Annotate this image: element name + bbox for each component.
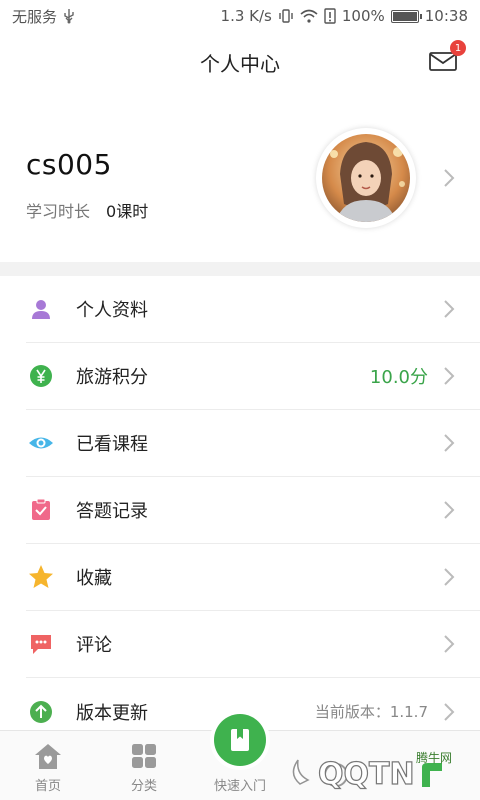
menu-label: 评论 [76, 635, 112, 656]
menu-label: 已看课程 [76, 434, 148, 455]
clipboard-check-icon [26, 495, 56, 525]
tab-category[interactable]: 分类 [96, 731, 192, 800]
menu-label: 答题记录 [76, 501, 148, 522]
chevron-right-icon [442, 567, 456, 587]
wifi-icon [300, 9, 318, 23]
grid-icon [129, 741, 159, 771]
avatar[interactable] [316, 128, 416, 228]
current-version: 当前版本：1.1.7 [314, 703, 428, 721]
page-header: 个人中心 1 [0, 32, 480, 92]
chevron-right-icon [442, 702, 456, 722]
menu-item-quiz-records[interactable]: 答题记录 [26, 477, 480, 544]
status-bar: 无服务 1.3 K/s 100% 10:38 [0, 0, 480, 32]
eye-icon [26, 428, 56, 458]
battery-fill [392, 11, 417, 21]
chevron-right-icon [442, 433, 456, 453]
book-icon [231, 729, 249, 751]
yen-coin-icon [26, 361, 56, 391]
username: cs005 [26, 148, 112, 181]
menu-label: 收藏 [76, 568, 112, 589]
chevron-right-icon [442, 168, 456, 188]
avatar-image [322, 134, 410, 222]
tab-label: 首页 [34, 779, 61, 794]
study-time-value: 0课时 [106, 202, 149, 221]
network-speed: 1.3 K/s [220, 7, 272, 25]
comment-icon [26, 629, 56, 659]
menu-item-favorites[interactable]: 收藏 [26, 544, 480, 611]
chevron-right-icon [442, 500, 456, 520]
home-icon [33, 741, 63, 771]
tab-home[interactable]: 首页 [0, 731, 96, 800]
tab-label: 快速入门 [213, 779, 266, 794]
menu-label: 旅游积分 [76, 367, 148, 388]
clock: 10:38 [424, 7, 468, 25]
watermark-logo: QQTN 腾牛网 [278, 740, 468, 796]
battery-icon [390, 9, 422, 23]
study-time-label: 学习时长 [26, 202, 91, 221]
study-time-row: 学习时长 0课时 [26, 198, 148, 222]
notification-badge: 1 [450, 40, 466, 56]
points-value: 10.0分 [369, 367, 428, 388]
menu-label: 个人资料 [76, 300, 148, 321]
profile-card[interactable]: cs005 学习时长 0课时 [0, 92, 480, 262]
menu-item-watched-courses[interactable]: 已看课程 [26, 410, 480, 477]
tab-label: 分类 [130, 779, 157, 794]
sim-alert-icon [324, 8, 336, 24]
carrier-label: 无服务 [12, 7, 58, 26]
menu-item-points[interactable]: 旅游积分 10.0分 [26, 343, 480, 410]
star-icon [26, 562, 56, 592]
menu-item-comments[interactable]: 评论 [26, 611, 480, 678]
watermark-text: 腾牛网 [416, 750, 452, 765]
battery-percent: 100% [341, 7, 385, 25]
chevron-right-icon [442, 366, 456, 386]
menu-item-profile[interactable]: 个人资料 [26, 276, 480, 343]
page-title: 个人中心 [200, 51, 280, 76]
vibrate-icon [278, 8, 294, 24]
chevron-right-icon [442, 634, 456, 654]
menu-list: 个人资料 旅游积分 10.0分 已看课程 答题记录 收藏 评论 版本更新 当前版… [0, 276, 480, 745]
usb-icon [63, 8, 75, 24]
menu-label: 版本更新 [76, 702, 148, 724]
quick-start-button[interactable] [214, 714, 266, 766]
watermark-brand: QQTN [318, 757, 415, 792]
chevron-right-icon [442, 299, 456, 319]
person-icon [26, 294, 56, 324]
section-divider [0, 262, 480, 276]
upload-arrow-icon [26, 697, 56, 727]
mail-button[interactable]: 1 [428, 40, 466, 76]
